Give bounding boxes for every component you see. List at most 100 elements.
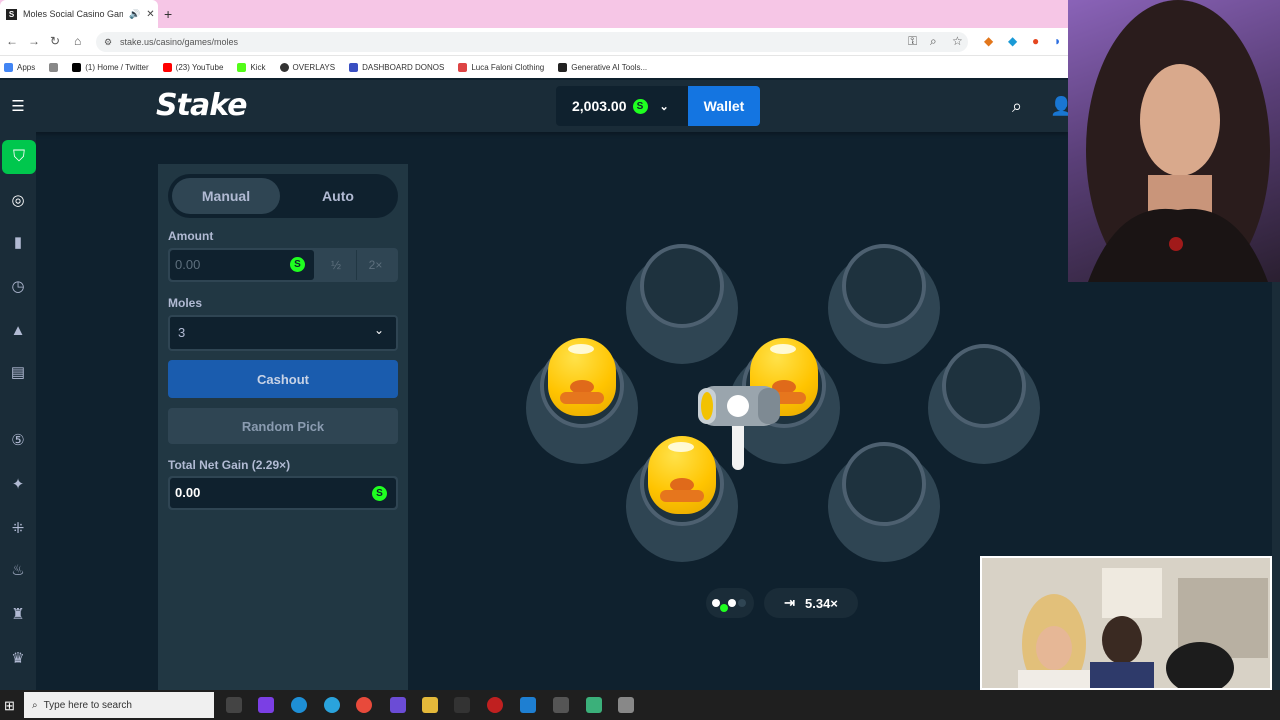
extension-icon[interactable]: ◆ [1008,34,1017,48]
total-net-gain-field: 0.00 [170,478,396,508]
app-icon[interactable] [487,697,503,713]
stake-originals-icon[interactable]: ⑤ [6,428,30,452]
cashout-button[interactable]: Cashout [168,360,398,398]
sweeps-coin-icon: S [290,257,305,272]
site-info-icon[interactable]: ⚙ [104,32,112,52]
stream-background [1158,282,1280,556]
mole-hole[interactable] [928,344,1040,464]
home-icon[interactable]: ⌂ [74,34,81,48]
chrome-icon[interactable] [356,697,372,713]
bookmark-dashboard[interactable]: DASHBOARD DONOS [349,62,444,72]
webcam-feed-image [982,558,1270,688]
zoom-icon[interactable]: ⌕ [930,34,937,49]
taskbar-search-input[interactable]: ⌕ Type here to search [24,692,214,718]
app-icon[interactable] [553,697,569,713]
password-key-icon[interactable]: ⚿ [908,34,917,49]
crown-icon[interactable]: ♛ [6,646,30,670]
overlays-icon [279,62,289,72]
url-text: stake.us/casino/games/moles [120,37,239,47]
sweeps-coin-icon: S [372,486,387,501]
new-tab-icon[interactable]: + [164,6,172,22]
file-explorer-icon[interactable] [422,697,438,713]
windows-start-icon[interactable]: ⊞ [4,698,15,714]
url-field[interactable]: ⚙ stake.us/casino/games/moles [96,32,968,52]
speaker-icon[interactable]: 🔊 [129,9,140,20]
page-scrollbar[interactable] [1272,282,1280,690]
bookmark-star-icon[interactable]: ☆ [952,34,963,48]
telegram-icon[interactable] [324,697,340,713]
apps-grid-icon [4,62,13,72]
pattern-dot [728,599,736,607]
search-icon: ⌕ [32,699,38,711]
mole-hole[interactable] [828,442,940,562]
balance-selector[interactable]: 2,003.00 S ⌄ [556,86,688,126]
windows-taskbar: ⊞ ⌕ Type here to search [0,690,1280,720]
pattern-dot [738,599,746,607]
metamask-extension-icon[interactable]: ◆ [984,34,993,48]
browser-tab[interactable]: S Moles Social Casino Game 🔊 ✕ [0,0,158,28]
edge-icon[interactable] [291,697,307,713]
search-icon[interactable]: ⌕ [1012,96,1022,117]
dashboard-icon [349,62,359,72]
multiplier-value: 5.34× [805,595,838,611]
extension-icon[interactable]: ◗ [1054,34,1061,48]
taskbar-search-placeholder: Type here to search [43,699,132,711]
tab-manual[interactable]: Manual [172,178,280,214]
bookmark-luca[interactable]: Luca Faloni Clothing [458,62,544,72]
forward-icon[interactable]: → [28,34,40,48]
mole-hole[interactable] [626,244,738,364]
live-casino-icon[interactable]: ♜ [6,602,30,626]
mole-hole[interactable] [828,244,940,364]
amount-label: Amount [168,229,214,243]
random-pick-button[interactable]: Random Pick [168,408,398,444]
vscode-icon[interactable] [520,697,536,713]
bookmark-grid[interactable] [49,62,59,72]
app-icon[interactable] [586,697,602,713]
casino-shield-icon[interactable]: ⛉ [2,140,36,174]
obs-icon[interactable] [390,697,406,713]
bookmark-icon[interactable]: ▮ [6,230,30,254]
moles-select[interactable]: 3 [168,315,398,351]
tab-auto[interactable]: Auto [284,178,392,214]
recent-clock-icon[interactable]: ◷ [6,274,30,298]
sparkle-icon[interactable]: ✦ [6,472,30,496]
back-icon[interactable]: ← [6,34,18,48]
sweeps-coin-icon: S [632,98,648,114]
webcam-feed-image [1086,0,1270,282]
bookmark-youtube[interactable]: (23) YouTube [162,62,223,72]
bookmark-twitter[interactable]: (1) Home / Twitter [72,62,149,72]
reload-icon[interactable]: ↻ [50,34,60,48]
pattern-dot [712,599,720,607]
bookmark-overlays[interactable]: OVERLAYS [279,62,335,72]
mole-hole-revealed[interactable] [526,338,638,464]
balance-amount: 2,003.00 [572,98,627,114]
double-amount-button[interactable]: 2× [356,250,394,280]
stake-logo[interactable]: Stake [156,88,247,123]
half-amount-button[interactable]: ½ [318,250,354,280]
fire-icon[interactable]: ♨ [6,558,30,582]
bookmark-kick[interactable]: Kick [237,62,266,72]
extension-icon[interactable]: ● [1032,34,1039,48]
copilot-icon[interactable] [258,697,274,713]
close-tab-icon[interactable]: ✕ [146,9,154,20]
kick-icon [237,62,247,72]
x-logo-icon [72,62,82,72]
mole-pattern-indicator [706,588,754,618]
slots-icon[interactable]: ⁜ [6,516,30,540]
bets-list-icon[interactable]: ▤ [6,360,30,384]
streamer-webcam [1068,0,1280,282]
app-icon[interactable] [454,697,470,713]
calculator-icon[interactable] [618,697,634,713]
total-net-gain-label: Total Net Gain (2.29×) [168,458,291,472]
challenges-flask-icon[interactable]: ▲ [6,318,30,342]
sports-icon[interactable]: ◎ [6,188,30,212]
ai-tools-icon [558,62,568,72]
menu-icon[interactable]: ☰ [6,94,30,118]
bookmark-apps[interactable]: Apps [4,62,35,72]
bookmark-ai-tools[interactable]: Generative AI Tools... [558,62,647,72]
next-multiplier-badge: ⇥ 5.34× [764,588,858,618]
guest-webcam [980,556,1272,690]
wallet-button[interactable]: Wallet [688,86,760,126]
stake-favicon-icon: S [6,8,17,20]
task-view-icon[interactable] [226,697,242,713]
